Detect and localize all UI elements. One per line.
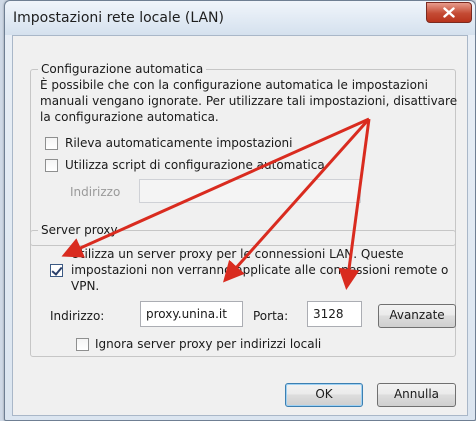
proxy-address-field[interactable]: proxy.unina.it [140, 301, 243, 327]
use-proxy-label-line-1[interactable]: Utilizza un server proxy per le connessi… [71, 246, 404, 262]
bypass-local-checkbox[interactable] [76, 338, 89, 351]
auto-config-description-line-1: È possibile che con la configurazione au… [40, 78, 428, 92]
detect-settings-checkbox[interactable] [45, 137, 58, 150]
auto-config-address-label: Indirizzo [70, 185, 121, 199]
auto-config-script-checkbox[interactable] [45, 159, 58, 172]
cancel-button[interactable]: Annulla [377, 383, 456, 407]
use-proxy-label-line-2[interactable]: impostazioni non verranno applicate alle… [71, 262, 448, 278]
proxy-server-legend: Server proxy [38, 223, 121, 237]
proxy-port-label: Porta: [253, 309, 289, 323]
lan-settings-dialog: Impostazioni rete locale (LAN) Configura… [4, 0, 476, 421]
title-bar: Impostazioni rete locale (LAN) [5, 1, 475, 35]
advanced-button[interactable]: Avanzate [378, 304, 456, 328]
proxy-port-field[interactable]: 3128 [307, 301, 362, 327]
close-button[interactable] [426, 2, 472, 23]
dialog-body: Configurazione automatica È possibile ch… [12, 35, 468, 416]
detect-settings-label[interactable]: Rileva automaticamente impostazioni [65, 135, 292, 151]
use-proxy-checkbox[interactable] [50, 264, 63, 277]
close-icon [443, 7, 455, 18]
auto-config-description-line-2: manuali vengano ignorate. Per utilizzare… [40, 94, 458, 108]
auto-config-description-line-3: la configurazione automatica. [40, 110, 219, 124]
use-proxy-label-line-3[interactable]: VPN. [71, 278, 99, 294]
proxy-address-label: Indirizzo: [50, 309, 105, 323]
window-title: Impostazioni rete locale (LAN) [13, 10, 224, 26]
auto-config-script-label[interactable]: Utilizza script di configurazione automa… [65, 157, 325, 173]
auto-config-address-field[interactable] [139, 179, 361, 203]
auto-config-legend: Configurazione automatica [38, 62, 207, 76]
ok-button[interactable]: OK [285, 383, 363, 407]
bypass-local-label[interactable]: Ignora server proxy per indirizzi locali [95, 336, 321, 352]
